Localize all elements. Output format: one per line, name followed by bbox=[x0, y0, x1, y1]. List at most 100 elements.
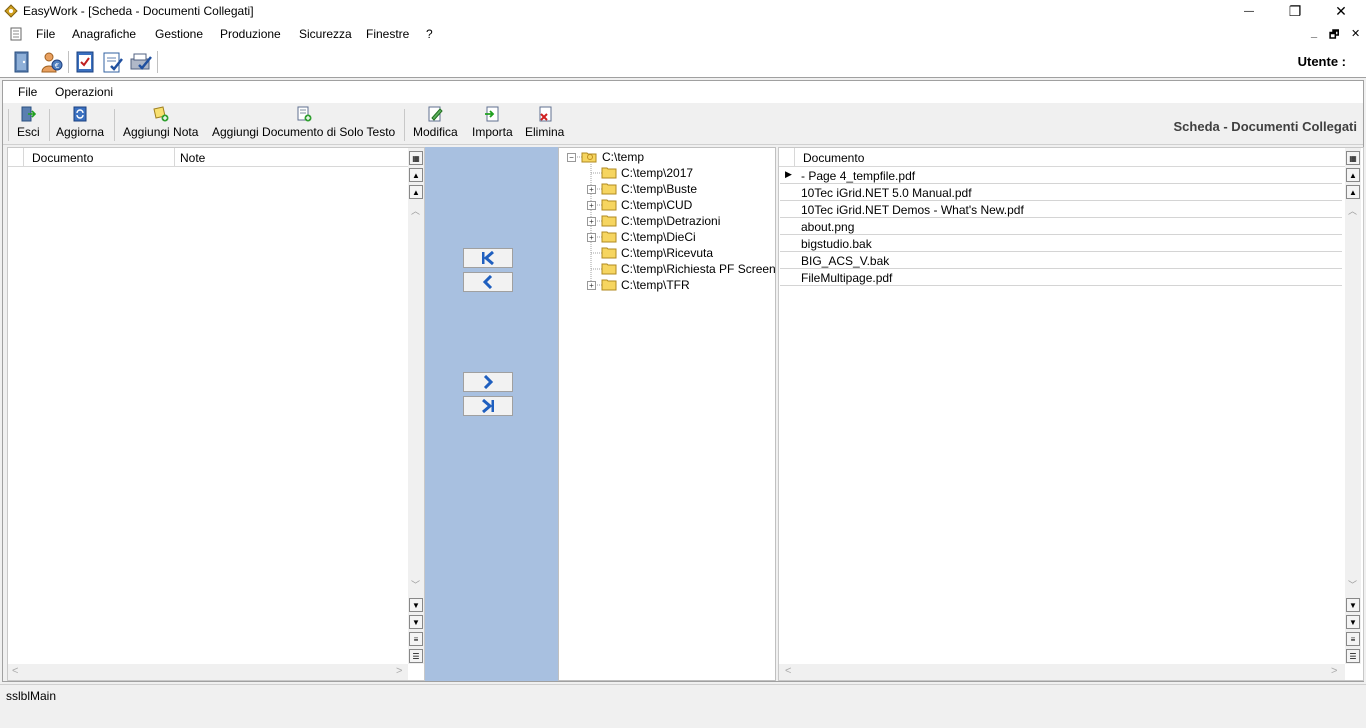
folder-icon bbox=[601, 215, 617, 227]
restore-button[interactable]: ❐ bbox=[1272, 0, 1318, 23]
minimize-button[interactable]: — bbox=[1226, 0, 1272, 23]
delete-icon bbox=[539, 106, 552, 122]
users-icon[interactable]: € bbox=[40, 50, 64, 74]
status-bar: sslblMain bbox=[0, 684, 1366, 706]
left-grid-hscrollbar[interactable]: < > bbox=[8, 664, 408, 680]
status-text: sslblMain bbox=[6, 689, 57, 703]
toolbar-separator bbox=[8, 109, 9, 141]
expand-icon[interactable]: + bbox=[587, 217, 596, 226]
left-grid[interactable]: Documento Note ▦ ▲ ▲ ︿ ﹀ ▼ ▼ ≡ ☰ < > bbox=[7, 147, 425, 681]
add-document-icon bbox=[297, 106, 312, 122]
grid-options-icon[interactable]: ☰ bbox=[409, 649, 423, 663]
aggiungi-documento-testo-button[interactable]: Aggiungi Documento di Solo Testo bbox=[212, 106, 395, 144]
modifica-button[interactable]: Modifica bbox=[413, 106, 458, 144]
menu-sicurezza[interactable]: Sicurezza bbox=[299, 27, 352, 41]
importa-button[interactable]: Importa bbox=[472, 106, 513, 144]
column-chooser-icon[interactable]: ▦ bbox=[409, 151, 423, 165]
folder-icon bbox=[601, 279, 617, 291]
menu-produzione[interactable]: Produzione bbox=[220, 27, 281, 41]
scroll-up-icon[interactable]: ▲ bbox=[1346, 185, 1360, 199]
chevron-up-icon[interactable]: ︿ bbox=[411, 204, 420, 217]
column-chooser-icon[interactable]: ▦ bbox=[1346, 151, 1360, 165]
menu-finestre[interactable]: Finestre bbox=[366, 27, 409, 41]
menu-lines-icon[interactable]: ≡ bbox=[409, 632, 423, 646]
column-header-documento[interactable]: Documento bbox=[803, 151, 864, 165]
expand-icon[interactable]: + bbox=[587, 233, 596, 242]
mdi-minimize-button[interactable]: _ bbox=[1311, 27, 1317, 39]
table-row[interactable]: BIG_ACS_V.bak bbox=[780, 252, 1342, 269]
table-row[interactable]: bigstudio.bak bbox=[780, 235, 1342, 252]
menu-lines-icon[interactable]: ≡ bbox=[1346, 632, 1360, 646]
expand-icon[interactable]: + bbox=[587, 201, 596, 210]
transfer-panel bbox=[425, 147, 558, 681]
right-grid-header: Documento bbox=[779, 148, 1345, 167]
right-grid[interactable]: Documento ▶ - Page 4_tempfile.pdf 10Tec … bbox=[778, 147, 1364, 681]
print-check-icon[interactable] bbox=[129, 50, 153, 74]
chevron-down-icon[interactable]: ﹀ bbox=[411, 578, 420, 591]
collapse-icon[interactable]: − bbox=[567, 153, 576, 162]
chevron-down-icon[interactable]: ﹀ bbox=[1348, 578, 1357, 591]
scroll-down-icon[interactable]: ▼ bbox=[409, 598, 423, 612]
esci-button[interactable]: Esci bbox=[17, 106, 40, 144]
menu-gestione[interactable]: Gestione bbox=[155, 27, 203, 41]
scroll-up-icon[interactable]: ▲ bbox=[409, 185, 423, 199]
toolbar-separator bbox=[157, 51, 158, 73]
scroll-last-icon[interactable]: ▼ bbox=[1346, 615, 1360, 629]
document-icon bbox=[10, 27, 22, 41]
menu-help[interactable]: ? bbox=[426, 27, 433, 41]
menu-file[interactable]: File bbox=[36, 27, 55, 41]
child-menu-operazioni[interactable]: Operazioni bbox=[55, 85, 113, 99]
table-row[interactable]: about.png bbox=[780, 218, 1342, 235]
child-toolbar: Esci Aggiorna Aggiungi Nota Aggiungi Doc… bbox=[3, 103, 1363, 145]
mdi-close-button[interactable]: ✕ bbox=[1351, 27, 1360, 40]
toolbar-separator bbox=[404, 109, 405, 141]
folder-tree[interactable]: − C:\temp C:\temp\2017 + C:\temp\Buste +… bbox=[558, 147, 776, 681]
table-row[interactable]: 10Tec iGrid.NET 5.0 Manual.pdf bbox=[780, 184, 1342, 201]
edit-icon bbox=[428, 106, 444, 122]
child-window: File Operazioni Esci Aggiorna Aggiungi N… bbox=[2, 80, 1364, 682]
exit-door-icon[interactable] bbox=[10, 50, 34, 74]
aggiorna-button[interactable]: Aggiorna bbox=[56, 106, 104, 144]
column-header-documento[interactable]: Documento bbox=[32, 151, 93, 165]
chevron-left-icon bbox=[482, 275, 493, 289]
left-grid-scrollbar[interactable]: ▦ ▲ ▲ ︿ ﹀ ▼ ▼ ≡ ☰ bbox=[408, 148, 424, 664]
move-left-button[interactable] bbox=[463, 272, 513, 292]
scroll-left-icon[interactable]: < bbox=[785, 665, 791, 677]
table-row[interactable]: FileMultipage.pdf bbox=[780, 269, 1342, 286]
table-row[interactable]: ▶ - Page 4_tempfile.pdf bbox=[780, 167, 1342, 184]
move-right-button[interactable] bbox=[463, 372, 513, 392]
folder-icon bbox=[601, 167, 617, 179]
move-first-button[interactable] bbox=[463, 248, 513, 268]
scroll-down-icon[interactable]: ▼ bbox=[1346, 598, 1360, 612]
scroll-right-icon[interactable]: > bbox=[396, 665, 402, 677]
mdi-restore-button[interactable]: 🗗 bbox=[1329, 26, 1339, 45]
expand-icon[interactable]: + bbox=[587, 185, 596, 194]
child-menu-file[interactable]: File bbox=[18, 85, 37, 99]
table-row[interactable]: 10Tec iGrid.NET Demos - What's New.pdf bbox=[780, 201, 1342, 218]
window-title: EasyWork - [Scheda - Documenti Collegati… bbox=[23, 4, 254, 18]
right-grid-hscrollbar[interactable]: < > bbox=[779, 664, 1345, 680]
menu-anagrafiche[interactable]: Anagrafiche bbox=[72, 27, 136, 41]
scroll-left-icon[interactable]: < bbox=[12, 665, 18, 677]
scroll-right-icon[interactable]: > bbox=[1331, 665, 1337, 677]
column-header-note[interactable]: Note bbox=[180, 151, 205, 165]
move-last-button[interactable] bbox=[463, 396, 513, 416]
right-grid-scrollbar[interactable]: ▦ ▲ ▲ ︿ ﹀ ▼ ▼ ≡ ☰ bbox=[1345, 148, 1361, 664]
column-divider bbox=[174, 148, 175, 167]
document-check-icon[interactable] bbox=[101, 50, 125, 74]
add-note-icon bbox=[153, 106, 169, 122]
elimina-button[interactable]: Elimina bbox=[525, 106, 564, 144]
chevron-up-icon[interactable]: ︿ bbox=[1348, 204, 1357, 217]
scroll-first-icon[interactable]: ▲ bbox=[409, 168, 423, 182]
toolbar-separator bbox=[49, 109, 50, 141]
close-button[interactable]: ✕ bbox=[1318, 0, 1364, 23]
scroll-last-icon[interactable]: ▼ bbox=[409, 615, 423, 629]
folder-icon bbox=[601, 199, 617, 211]
aggiungi-nota-button[interactable]: Aggiungi Nota bbox=[123, 106, 198, 144]
import-icon bbox=[485, 106, 499, 122]
grid-options-icon[interactable]: ☰ bbox=[1346, 649, 1360, 663]
expand-icon[interactable]: + bbox=[587, 281, 596, 290]
checklist-icon[interactable] bbox=[73, 50, 97, 74]
scroll-first-icon[interactable]: ▲ bbox=[1346, 168, 1360, 182]
toolbar-separator bbox=[68, 51, 69, 73]
